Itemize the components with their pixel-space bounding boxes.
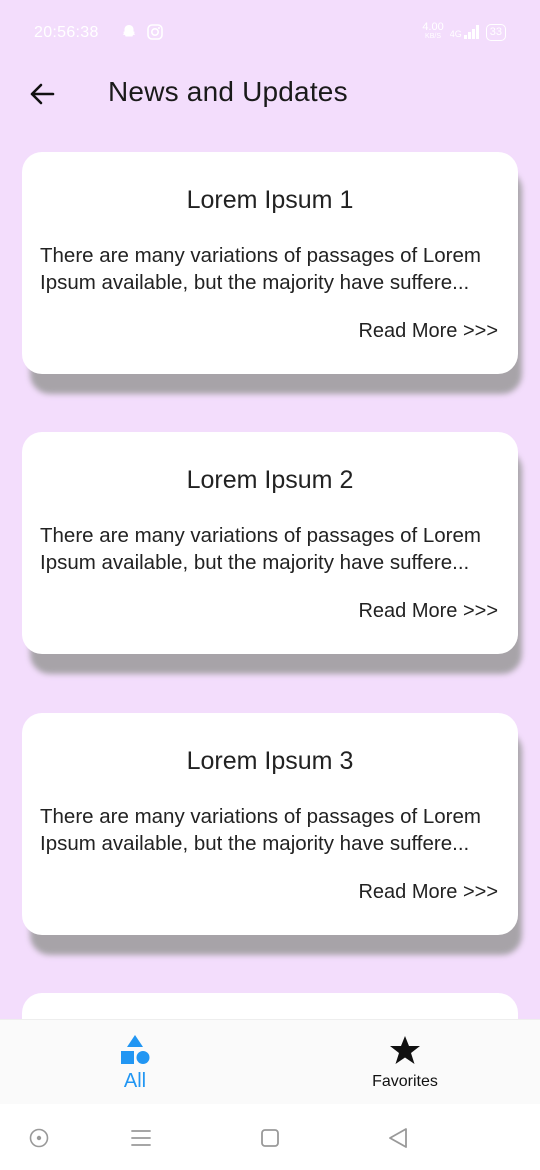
back-button[interactable]: [24, 76, 60, 112]
assistant-icon[interactable]: [27, 1126, 51, 1150]
snapchat-icon: [122, 25, 136, 37]
home-icon[interactable]: [258, 1126, 282, 1150]
star-icon: [390, 1036, 420, 1064]
page-title: News and Updates: [108, 76, 348, 107]
card-body-container: Lorem Ipsum 3 There are many variations …: [22, 713, 518, 935]
app-bar: News and Updates: [0, 64, 540, 124]
news-title: Lorem Ipsum 1: [186, 186, 354, 214]
read-more-link[interactable]: Read More >>>: [358, 320, 498, 343]
news-title: Lorem Ipsum 2: [186, 466, 354, 494]
news-card[interactable]: Lorem Ipsum 2 There are many variations …: [22, 432, 522, 674]
bottom-navigation: All Favorites: [0, 1019, 540, 1104]
nav-all-tab[interactable]: All: [0, 1020, 270, 1105]
battery-icon: 33: [485, 23, 506, 41]
news-excerpt: There are many variations of passages of…: [40, 244, 481, 294]
status-time: 20:56:38: [34, 24, 99, 41]
card-body-container: Lorem Ipsum 1 There are many variations …: [22, 152, 518, 374]
network-speed-unit: KB/S: [425, 33, 441, 40]
network-speed-value: 4.00: [422, 21, 444, 33]
recents-icon[interactable]: [129, 1126, 153, 1150]
system-nav-bar: [0, 1104, 540, 1170]
network-type: 4G: [449, 29, 462, 39]
nav-favorites-label: Favorites: [372, 1073, 438, 1090]
news-title: Lorem Ipsum 3: [186, 747, 354, 775]
instagram-icon: [147, 24, 163, 40]
card-body-container: Lorem Ipsum 2 There are many variations …: [22, 432, 518, 654]
status-bar: 20:56:38 4.00 KB/S 4G 33: [0, 0, 540, 64]
read-more-link[interactable]: Read More >>>: [358, 881, 498, 904]
news-card[interactable]: Lorem Ipsum 1 There are many variations …: [22, 152, 522, 394]
signal-icon: 4G: [450, 25, 480, 39]
nav-favorites-tab[interactable]: Favorites: [270, 1020, 540, 1105]
news-excerpt: There are many variations of passages of…: [40, 524, 481, 574]
news-excerpt: There are many variations of passages of…: [40, 805, 481, 855]
read-more-link[interactable]: Read More >>>: [358, 600, 498, 623]
nav-all-label: All: [123, 1070, 147, 1092]
shapes-icon: [121, 1035, 150, 1064]
arrow-left-icon: [30, 83, 55, 105]
network-speed: 4.00 KB/S: [422, 22, 443, 42]
back-triangle-icon[interactable]: [386, 1126, 410, 1150]
status-right: 4.00 KB/S 4G 33: [422, 22, 506, 42]
news-card[interactable]: Lorem Ipsum 3 There are many variations …: [22, 713, 522, 955]
